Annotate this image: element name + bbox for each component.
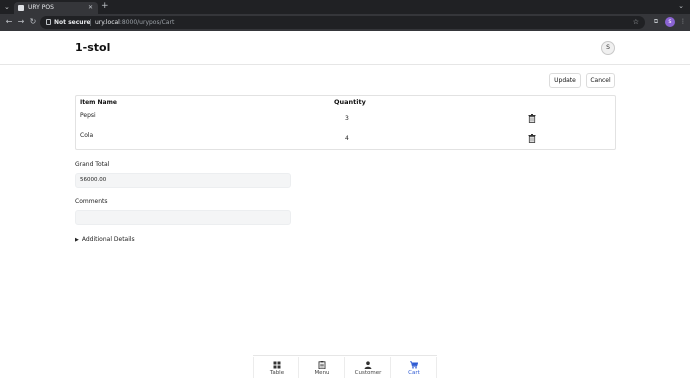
column-header-quantity: Quantity	[334, 98, 366, 106]
profile-avatar[interactable]: s	[665, 17, 675, 27]
menu-clipboard-icon	[318, 361, 326, 369]
additional-details-label: Additional Details	[81, 236, 135, 243]
cart-icon	[410, 361, 418, 369]
close-icon[interactable]: ✕	[88, 4, 93, 12]
nav-item-menu[interactable]: Menu	[299, 357, 345, 378]
caret-right-icon: ▶	[75, 237, 79, 243]
reload-icon[interactable]: ↻	[28, 17, 38, 27]
back-icon[interactable]: ←	[4, 17, 14, 27]
nav-item-table[interactable]: Table	[253, 357, 299, 378]
nav-label: Menu	[314, 370, 330, 376]
nav-item-cart[interactable]: Cart	[391, 357, 437, 378]
table-row: Pepsi 3	[76, 110, 615, 130]
avatar[interactable]: S	[601, 41, 615, 55]
bottom-nav: Table Menu Customer Cart	[253, 355, 437, 378]
app-header: 1-stol S	[0, 31, 690, 65]
url-path: :8000/urypos/Cart	[119, 19, 175, 26]
person-icon	[364, 361, 372, 369]
browser-tab-bar: ⌄ URY POS ✕ + ⌄	[0, 0, 690, 14]
item-quantity[interactable]: 3	[345, 115, 349, 123]
grand-total-field[interactable]: 56000.00	[75, 173, 291, 188]
bookmark-star-icon[interactable]: ☆	[633, 18, 639, 27]
nav-label: Customer	[354, 370, 382, 376]
trash-icon[interactable]	[528, 134, 536, 143]
grid-icon	[273, 361, 281, 369]
cancel-button[interactable]: Cancel	[586, 73, 615, 88]
nav-label: Cart	[408, 370, 420, 376]
url-host: ury.local	[95, 19, 120, 26]
url-text[interactable]: ury.local:8000/urypos/Cart	[95, 18, 174, 27]
address-divider	[90, 19, 91, 26]
cart-table: Item Name Quantity Pepsi 3 Cola 4	[75, 95, 616, 150]
security-label[interactable]: Not secure	[54, 18, 91, 27]
tab-search-icon[interactable]: ⌄	[4, 3, 12, 11]
grand-total-label: Grand Total	[75, 161, 110, 168]
item-name: Cola	[80, 132, 94, 139]
security-warning-icon[interactable]	[46, 19, 51, 25]
window-menu-icon[interactable]: ⌄	[678, 2, 684, 11]
nav-item-customer[interactable]: Customer	[345, 357, 391, 378]
item-quantity[interactable]: 4	[345, 135, 349, 143]
column-header-item-name: Item Name	[80, 99, 117, 106]
address-bar[interactable]: Not secure ury.local:8000/urypos/Cart ☆	[40, 16, 645, 29]
additional-details-toggle[interactable]: ▶ Additional Details	[75, 235, 135, 245]
browser-tab[interactable]: URY POS ✕	[14, 2, 98, 14]
page-title: 1-stol	[75, 41, 111, 54]
forward-icon[interactable]: →	[16, 17, 26, 27]
extensions-icon[interactable]: ⧉	[652, 18, 660, 26]
tab-title: URY POS	[28, 4, 54, 11]
kebab-menu-icon[interactable]: ⋮	[679, 18, 687, 26]
comments-field[interactable]	[75, 210, 291, 225]
comments-label: Comments	[75, 198, 108, 205]
item-name: Pepsi	[80, 112, 96, 119]
update-button[interactable]: Update	[549, 73, 581, 88]
tab-favicon-icon	[18, 5, 24, 11]
new-tab-icon[interactable]: +	[101, 1, 109, 12]
table-row: Cola 4	[76, 130, 615, 150]
browser-toolbar: ← → ↻ Not secure ury.local:8000/urypos/C…	[0, 14, 690, 31]
trash-icon[interactable]	[528, 114, 536, 123]
nav-label: Table	[269, 370, 285, 376]
